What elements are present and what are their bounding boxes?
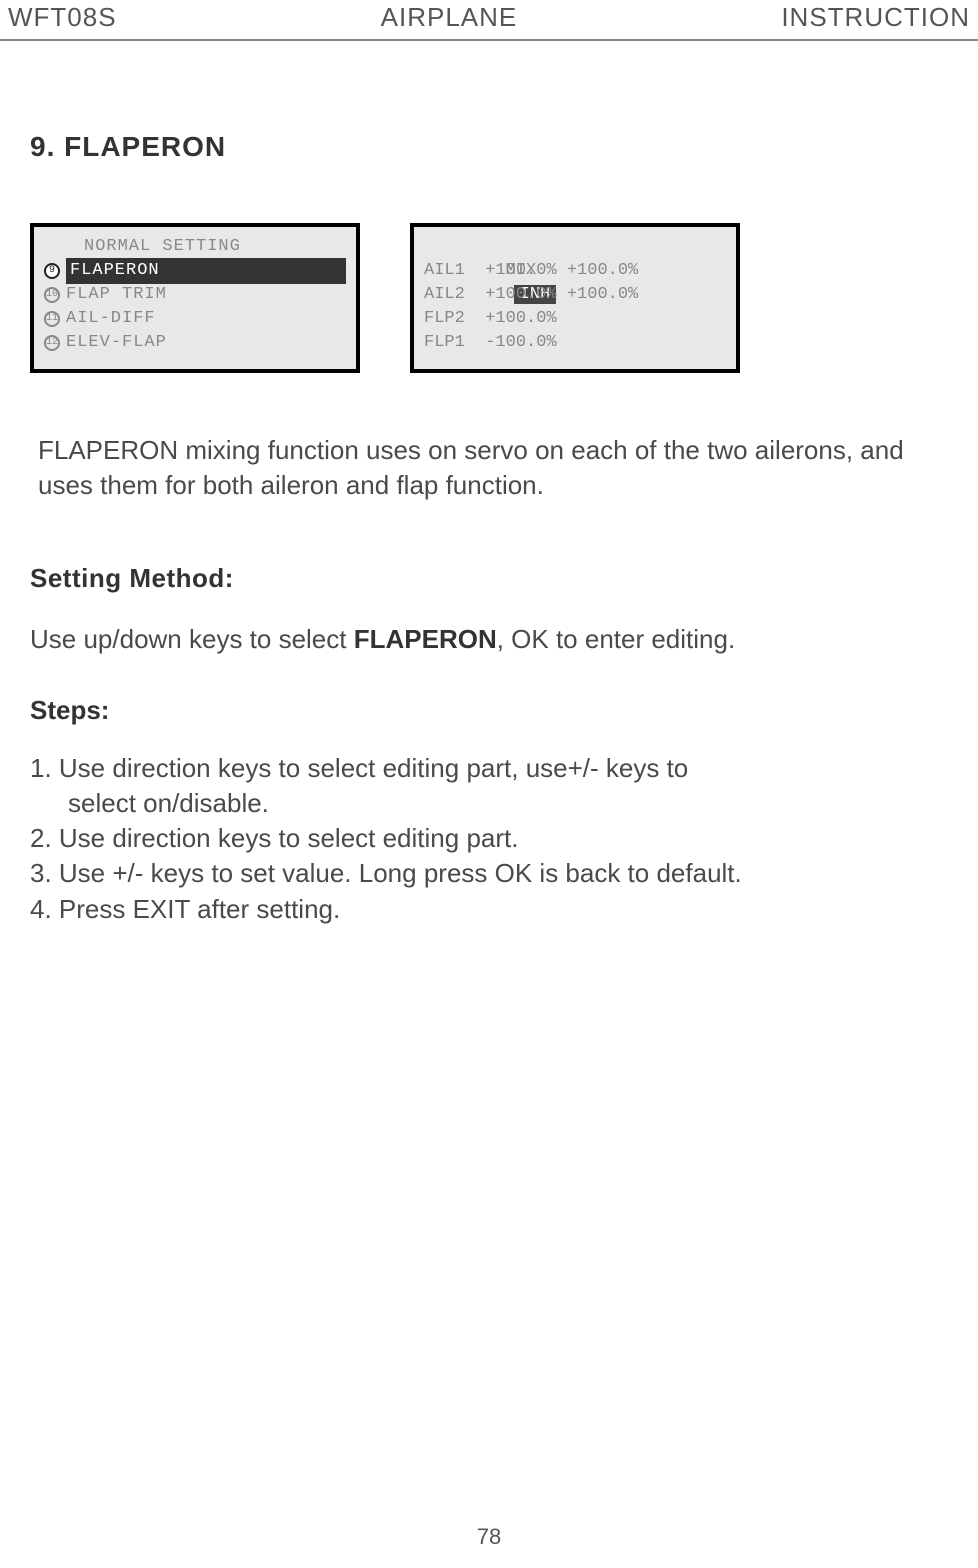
lcd1-title: NORMAL SETTING [84,235,241,259]
setting-method-text: Use up/down keys to select FLAPERON, OK … [30,624,948,655]
step-2: 2. Use direction keys to select editing … [30,821,948,856]
lcd1-item-flaperon: 9 FLAPERON [44,259,346,283]
lcd1-item-label-flaperon: FLAPERON [66,258,346,284]
page-number: 78 [0,1524,978,1550]
page-header: WFT08S AIRPLANE INSTRUCTION [0,0,978,41]
header-model: WFT08S [8,2,117,33]
lcd2-row-ail1: AIL1 +100.0% +100.0% [424,259,726,283]
header-doc-type: INSTRUCTION [781,2,970,33]
flaperon-bold: FLAPERON [354,624,497,654]
lcd1-item-label-elev-flap: ELEV-FLAP [66,331,167,355]
step-4: 4. Press EXIT after setting. [30,892,948,927]
lcd-values-screenshot: MIX INH AIL1 +100.0% +100.0% AIL2 +100.0… [410,223,740,373]
lcd1-item-ail-diff: 11 AIL-DIFF [44,307,346,331]
lcd1-item-num-11: 11 [44,311,60,327]
setting-method-heading: Setting Method: [30,563,948,594]
lcd2-row-flp2: FLP2 +100.0% [424,307,726,331]
steps-list: 1. Use direction keys to select editing … [30,751,948,926]
lcd-menu-screenshot: NORMAL SETTING 9 FLAPERON 10 FLAP TRIM 1… [30,223,360,373]
step-3: 3. Use +/- keys to set value. Long press… [30,856,948,891]
steps-heading: Steps: [30,695,948,726]
step-1-line-2: select on/disable. [30,786,948,821]
lcd1-item-flap-trim: 10 FLAP TRIM [44,283,346,307]
lcd-screenshots-row: NORMAL SETTING 9 FLAPERON 10 FLAP TRIM 1… [30,223,948,373]
lcd1-item-label-ail-diff: AIL-DIFF [66,307,156,331]
lcd2-row-flp1: FLP1 -100.0% [424,331,726,355]
lcd1-item-label-flap-trim: FLAP TRIM [66,283,167,307]
lcd2-mix-row: MIX INH [424,235,726,259]
lcd1-item-num-9: 9 [44,263,60,279]
lcd1-item-num-10: 10 [44,287,60,303]
lcd1-item-elev-flap: 12 ELEV-FLAP [44,331,346,355]
lcd2-row-ail2: AIL2 +100.0% +100.0% [424,283,726,307]
header-mode: AIRPLANE [117,2,782,33]
step-1-line-1: 1. Use direction keys to select editing … [30,751,948,786]
section-title: 9. FLAPERON [30,131,948,163]
page-content: 9. FLAPERON NORMAL SETTING 9 FLAPERON 10… [0,131,978,927]
lcd1-item-num-12: 12 [44,335,60,351]
flaperon-description: FLAPERON mixing function uses on servo o… [38,433,940,503]
